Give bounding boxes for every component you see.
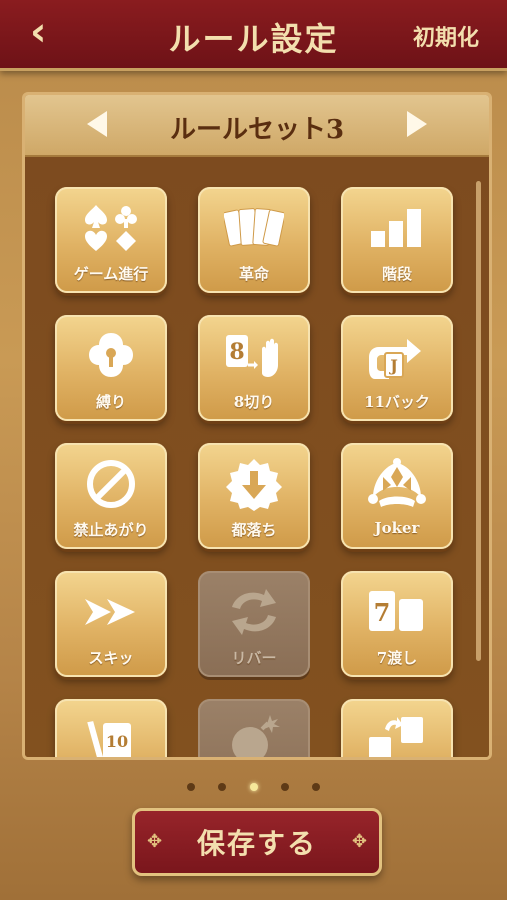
- rule-label: 7渡し: [376, 649, 418, 667]
- rule-tile-lock[interactable]: 縛り: [55, 315, 167, 421]
- svg-text:10: 10: [106, 732, 128, 751]
- jester-hat-icon: [368, 458, 426, 507]
- rule-label: 階段: [381, 265, 412, 283]
- rule-tile-eleven-back[interactable]: J 11バック: [341, 315, 453, 421]
- rule-tile-skip[interactable]: スキッ: [55, 571, 167, 677]
- rule-tile-forbidden-finish[interactable]: 禁止あがり: [55, 443, 167, 549]
- save-button[interactable]: ✥ 保存する ✥: [132, 808, 382, 876]
- triangle-right-icon[interactable]: [407, 111, 427, 137]
- page-dot-4[interactable]: [280, 783, 289, 791]
- rule-tile-ten-discard[interactable]: 10: [55, 699, 167, 757]
- page-dot-5[interactable]: [311, 783, 320, 791]
- page-dot-1[interactable]: [187, 783, 196, 791]
- jack-back-arrow-icon: J: [369, 339, 421, 379]
- svg-text:7: 7: [374, 598, 391, 627]
- rule-tile-card-exchange[interactable]: [341, 699, 453, 757]
- card-exchange-icon: [369, 717, 423, 757]
- header-bar: ‹ ルール設定 初期化: [0, 0, 507, 71]
- rule-label: 縛り: [95, 393, 126, 411]
- seven-pass-card-icon: 7: [369, 591, 423, 631]
- card-suits-icon: [85, 205, 137, 251]
- rule-tile-eight-cut[interactable]: 8 8切り: [198, 315, 310, 421]
- page-indicator: [0, 776, 507, 791]
- down-arrow-badge-icon: [226, 459, 282, 511]
- lock-icon: [89, 333, 133, 377]
- eight-stop-hand-icon: 8: [226, 335, 278, 377]
- cards-fan-icon: [224, 208, 284, 247]
- svg-text:J: J: [388, 356, 398, 375]
- rule-tile-seven-pass[interactable]: 7 7渡し: [341, 571, 453, 677]
- rule-set-panel: ルールセット3 ゲーム進行 革命 階段 縛り 8 8切り J 11バック 禁止あ…: [22, 92, 492, 760]
- rule-label: 革命: [238, 265, 269, 283]
- page-dot-2[interactable]: [218, 783, 227, 791]
- stairs-icon: [371, 209, 421, 247]
- save-button-label: 保存する: [196, 827, 317, 860]
- grid-scrollbar[interactable]: [476, 181, 481, 661]
- rule-label: 8切り: [233, 393, 275, 411]
- rule-tile-joker[interactable]: Joker: [341, 443, 453, 549]
- rule-label: 禁止あがり: [73, 521, 149, 539]
- rule-label: スキッ: [88, 649, 134, 667]
- reset-button[interactable]: 初期化: [413, 20, 479, 52]
- double-chevron-right-icon: [85, 599, 135, 625]
- rule-label: 11バック: [364, 393, 430, 411]
- rule-label: リバー: [231, 649, 277, 667]
- rule-tile-bomb[interactable]: [198, 699, 310, 757]
- reverse-arrows-icon: [232, 589, 276, 635]
- rule-tile-reverse[interactable]: リバー: [198, 571, 310, 677]
- rule-tile-capital-fall[interactable]: 都落ち: [198, 443, 310, 549]
- page-dot-3[interactable]: [249, 783, 258, 791]
- bomb-icon: [232, 715, 280, 757]
- rule-tile-game-progress[interactable]: ゲーム進行: [55, 187, 167, 293]
- rule-label: Joker: [374, 519, 420, 537]
- rule-tile-revolution[interactable]: 革命: [198, 187, 310, 293]
- ten-discard-card-icon: 10: [87, 721, 131, 757]
- rules-grid[interactable]: ゲーム進行 革命 階段 縛り 8 8切り J 11バック 禁止あがり 都落ち J…: [25, 157, 489, 757]
- prohibited-icon: [87, 460, 135, 508]
- rule-label: 都落ち: [231, 521, 277, 539]
- svg-text:8: 8: [229, 339, 244, 365]
- rule-set-selector: ルールセット3: [25, 95, 489, 157]
- rule-label: ゲーム進行: [73, 265, 149, 283]
- rule-tile-stairs[interactable]: 階段: [341, 187, 453, 293]
- diamond-ornament-icon: ✥: [351, 831, 367, 852]
